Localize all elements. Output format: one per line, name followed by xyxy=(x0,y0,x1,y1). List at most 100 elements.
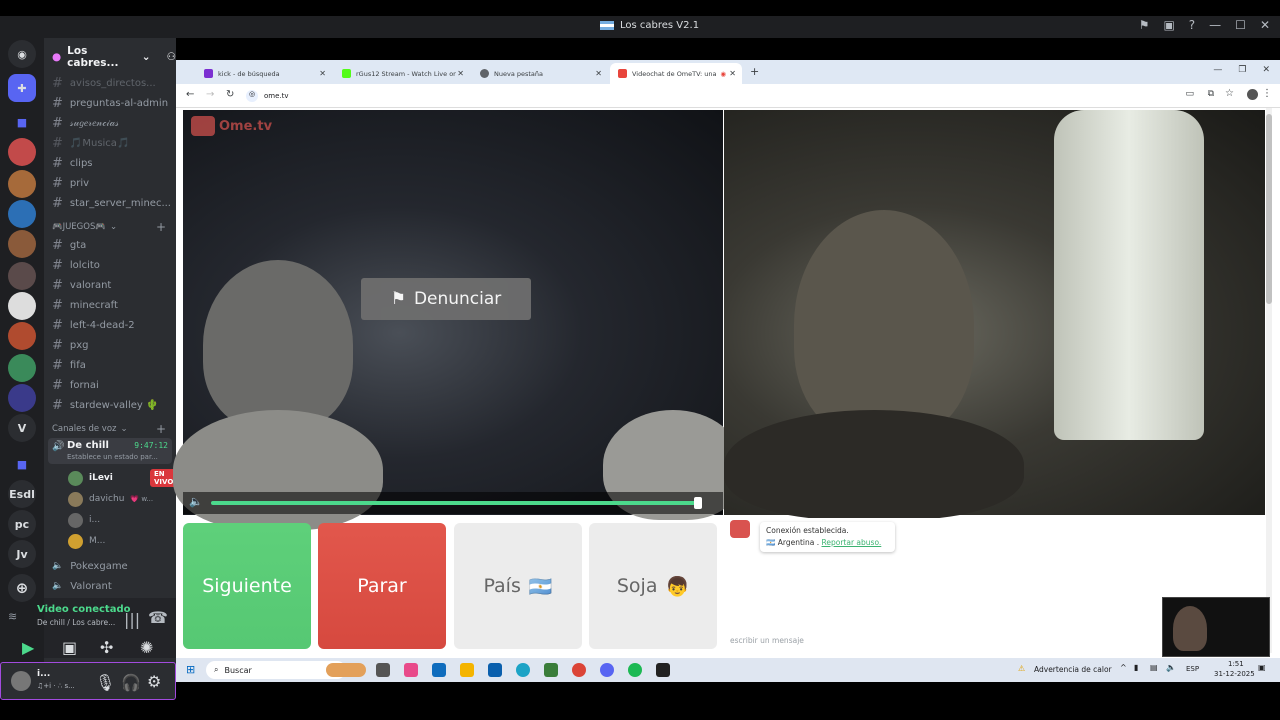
profile-avatar[interactable] xyxy=(1247,89,1258,100)
obs-icon[interactable] xyxy=(656,663,670,677)
channel-item[interactable]: # preguntas-al-admin xyxy=(52,94,168,112)
server-icon[interactable] xyxy=(8,354,36,382)
channel-item[interactable]: # priv xyxy=(52,174,89,192)
language-indicator[interactable]: ESP xyxy=(1186,665,1199,673)
voice-channel[interactable]: 🔈 Valorant xyxy=(52,577,112,595)
voice-status[interactable]: Establece un estado par... xyxy=(67,453,158,461)
add-app-icon[interactable]: ✚ xyxy=(8,74,36,102)
channel-item[interactable]: # clips xyxy=(52,154,93,172)
add-server-icon[interactable]: ⊕ xyxy=(8,574,36,602)
search-highlight-icon[interactable] xyxy=(326,663,366,677)
server-icon[interactable] xyxy=(8,384,36,412)
soundboard-icon[interactable]: ✺ xyxy=(140,638,153,657)
maximize-button[interactable]: ☐ xyxy=(1235,18,1246,32)
close-tab-icon[interactable]: ✕ xyxy=(457,69,464,78)
back-button[interactable]: ← xyxy=(186,89,194,100)
voice-channel[interactable]: 🔈 Pokexgame xyxy=(52,557,128,575)
notification-icon[interactable]: ▣ xyxy=(1258,663,1266,672)
server-jv[interactable]: Jv xyxy=(8,540,36,568)
gender-button[interactable]: Soja 👦 xyxy=(589,523,717,649)
channel-item[interactable]: # 𝓈𝓊𝑔𝑒𝓇𝑒𝓃𝒸𝒾𝒶𝓈 xyxy=(52,114,119,132)
spotify-icon[interactable] xyxy=(628,663,642,677)
channel-item[interactable]: # fifa xyxy=(52,356,86,374)
tray-chevron-icon[interactable]: ^ xyxy=(1120,663,1127,672)
disconnect-icon[interactable]: ☎ xyxy=(148,608,168,627)
forward-button[interactable]: → xyxy=(206,89,214,100)
avatar[interactable] xyxy=(11,671,31,691)
chrome-icon[interactable] xyxy=(572,663,586,677)
server-icon[interactable] xyxy=(8,230,36,258)
activities-icon[interactable]: ✣ xyxy=(100,638,113,657)
close-button[interactable]: ✕ xyxy=(1260,18,1270,32)
volume-icon[interactable]: 🔈 xyxy=(189,495,203,508)
server-esdl[interactable]: Esdl xyxy=(8,480,36,508)
voice-user[interactable]: iLevi EN VIVO xyxy=(68,468,178,488)
minimize-button[interactable]: — xyxy=(1209,18,1221,32)
weather-text[interactable]: Advertencia de calor xyxy=(1034,665,1112,674)
reload-button[interactable]: ↻ xyxy=(226,89,234,100)
store-icon[interactable] xyxy=(488,663,502,677)
channel-item[interactable]: # fornai xyxy=(52,376,99,394)
new-tab-button[interactable]: + xyxy=(750,65,759,78)
close-tab-icon[interactable]: ✕ xyxy=(319,69,326,78)
copilot-icon[interactable] xyxy=(404,663,418,677)
close-tab-icon[interactable]: ✕ xyxy=(729,69,736,78)
edge-icon[interactable] xyxy=(516,663,530,677)
server-icon[interactable] xyxy=(8,170,36,198)
clock-time[interactable]: 1:51 xyxy=(1228,660,1244,668)
add-channel-icon[interactable]: + xyxy=(156,220,166,234)
channel-item[interactable]: # minecraft xyxy=(52,296,118,314)
file-explorer-icon[interactable] xyxy=(460,663,474,677)
folder-icon[interactable]: ■ xyxy=(8,450,36,478)
tab-kick[interactable]: kick - de búsqueda ✕ xyxy=(196,63,332,84)
server-icon[interactable] xyxy=(8,292,36,320)
mic-tray-icon[interactable]: ▮ xyxy=(1134,663,1138,672)
server-header[interactable]: ● Los cabres... ⌄ ⚇ xyxy=(52,45,176,69)
server-v[interactable]: V xyxy=(8,414,36,442)
translate-icon[interactable]: ⧉ xyxy=(1208,89,1214,99)
next-button[interactable]: Siguiente xyxy=(183,523,311,649)
tab-new[interactable]: Nueva pestaña ✕ xyxy=(472,63,608,84)
voice-user[interactable]: i...▬ xyxy=(68,510,185,530)
folder-icon[interactable]: ■ xyxy=(8,108,36,136)
channel-item[interactable]: # avisos_directos... xyxy=(52,74,156,92)
channel-item[interactable]: # pxg xyxy=(52,336,89,354)
inbox-icon[interactable]: ▣ xyxy=(1163,18,1174,32)
voice-category[interactable]: Canales de voz ⌄ xyxy=(52,424,128,434)
close-button[interactable]: ✕ xyxy=(1262,65,1270,75)
taskbar-search[interactable]: ⌕ Buscar xyxy=(206,661,346,679)
channel-item[interactable]: # star_server_minec... xyxy=(52,194,171,212)
network-icon[interactable]: ▤ xyxy=(1150,663,1158,672)
menu-kebab-icon[interactable]: ⋮ xyxy=(1262,88,1272,99)
channel-item[interactable]: # 🎵Musica🎵 xyxy=(52,134,129,152)
report-abuse-link[interactable]: Reportar abuso. xyxy=(822,538,882,547)
camera-toggle-icon[interactable]: ▶ xyxy=(22,638,34,657)
report-button[interactable]: ⚑ Denunciar xyxy=(361,278,531,320)
volume-slider-fill[interactable] xyxy=(211,501,696,505)
voice-user[interactable]: davichu💗 w...▬ xyxy=(68,489,185,509)
noise-suppression-icon[interactable]: ||| xyxy=(124,610,140,629)
channel-item[interactable]: # gta xyxy=(52,236,86,254)
server-icon[interactable] xyxy=(8,138,36,166)
screen-share-icon[interactable]: ▣ xyxy=(62,638,77,657)
channel-item[interactable]: # left-4-dead-2 xyxy=(52,316,135,334)
site-info-icon[interactable]: ◎ xyxy=(246,90,258,102)
minimize-button[interactable]: — xyxy=(1213,65,1222,75)
channel-item[interactable]: # stardew-valley 🌵 xyxy=(52,396,158,414)
clock-date[interactable]: 31-12-2025 xyxy=(1214,670,1255,678)
scrollbar-thumb[interactable] xyxy=(1266,114,1272,304)
channel-item[interactable]: # lolcito xyxy=(52,256,100,274)
url-bar[interactable]: ◎ ome.tv xyxy=(246,88,1226,104)
stop-button[interactable]: Parar xyxy=(318,523,446,649)
discord-icon[interactable] xyxy=(600,663,614,677)
close-tab-icon[interactable]: ✕ xyxy=(595,69,602,78)
settings-gear-icon[interactable]: ⚙ xyxy=(147,672,161,691)
add-voice-channel-icon[interactable]: + xyxy=(156,422,166,436)
windows-start-icon[interactable]: ⊞ xyxy=(186,663,195,676)
voice-user[interactable]: M...▬ xyxy=(68,531,185,551)
tab-stream[interactable]: rGus12 Stream - Watch Live on... ✕ xyxy=(334,63,470,84)
minecraft-icon[interactable] xyxy=(544,663,558,677)
outlook-icon[interactable] xyxy=(432,663,446,677)
flag-report-icon[interactable]: ⚑ xyxy=(1139,18,1150,32)
microphone-icon[interactable]: 🎙 xyxy=(95,673,115,692)
